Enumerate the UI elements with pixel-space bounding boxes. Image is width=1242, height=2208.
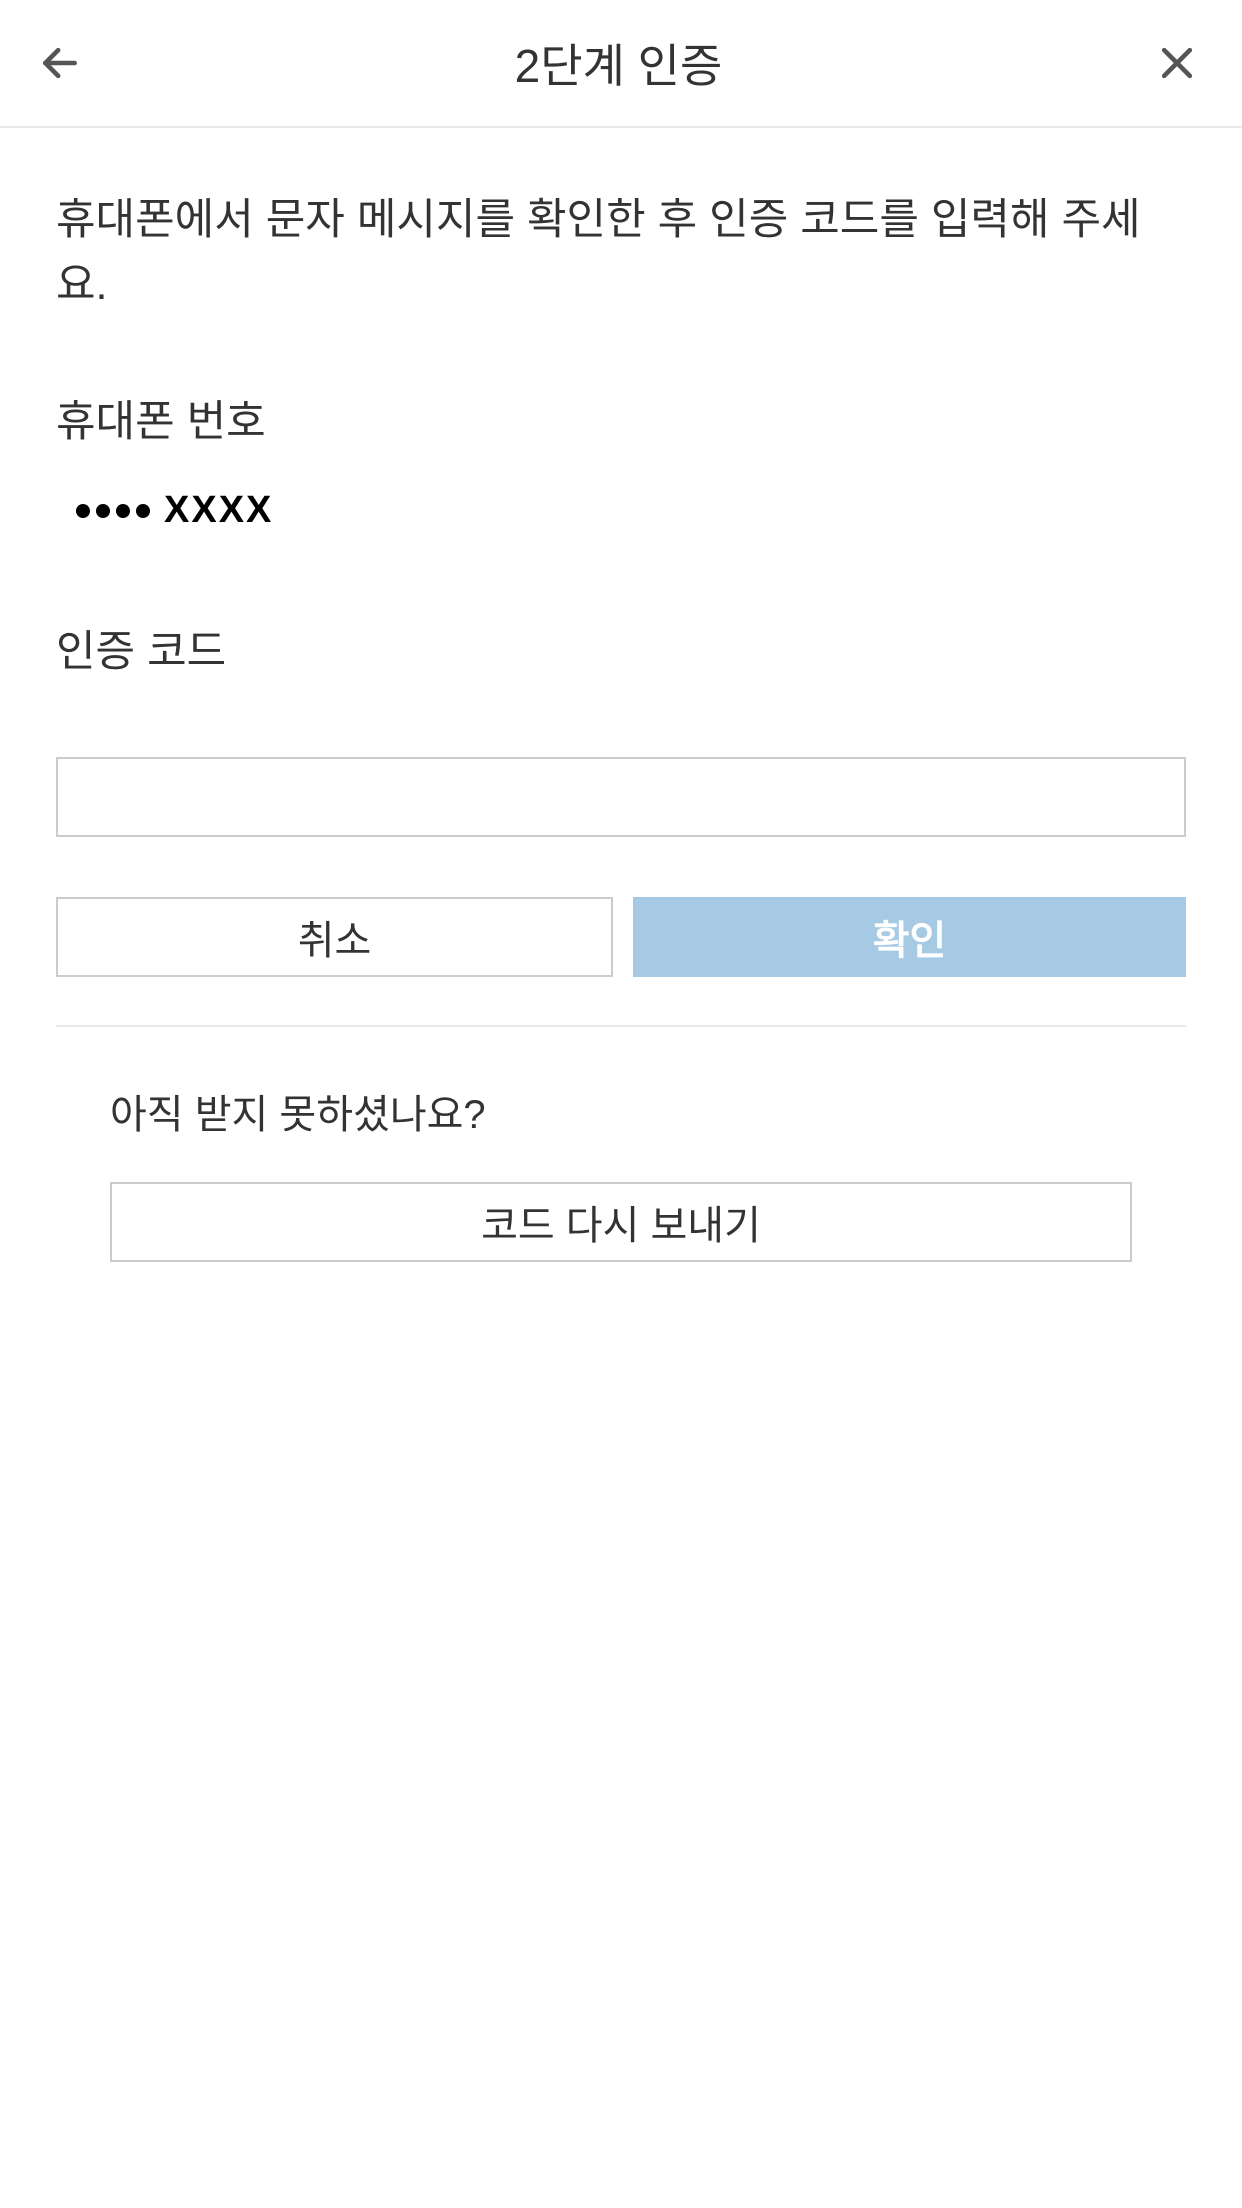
phone-label: 휴대폰 번호 [56,387,1186,449]
resend-code-button[interactable]: 코드 다시 보내기 [110,1182,1132,1262]
confirm-button[interactable]: 확인 [633,897,1186,977]
header: 2단계 인증 [0,0,1242,128]
code-section: 인증 코드 [56,617,1186,837]
phone-number-display: XXXX [56,489,1186,532]
arrow-left-icon [38,41,82,85]
page-title: 2단계 인증 [85,30,1152,96]
divider [56,1025,1186,1027]
button-row: 취소 확인 [56,897,1186,977]
resend-section: 아직 받지 못하셨나요? 코드 다시 보내기 [56,1082,1186,1262]
close-button[interactable] [1152,38,1202,88]
back-button[interactable] [35,38,85,88]
instruction-text: 휴대폰에서 문자 메시지를 확인한 후 인증 코드를 입력해 주세요. [56,188,1186,317]
cancel-button[interactable]: 취소 [56,897,613,977]
phone-masked-suffix: XXXX [164,489,273,532]
content: 휴대폰에서 문자 메시지를 확인한 후 인증 코드를 입력해 주세요. 휴대폰 … [0,128,1242,1322]
verification-code-input[interactable] [56,757,1186,837]
close-icon [1155,41,1199,85]
resend-question: 아직 받지 못하셨나요? [110,1082,1132,1140]
masked-dots-icon [76,504,150,518]
code-label: 인증 코드 [56,617,1186,679]
